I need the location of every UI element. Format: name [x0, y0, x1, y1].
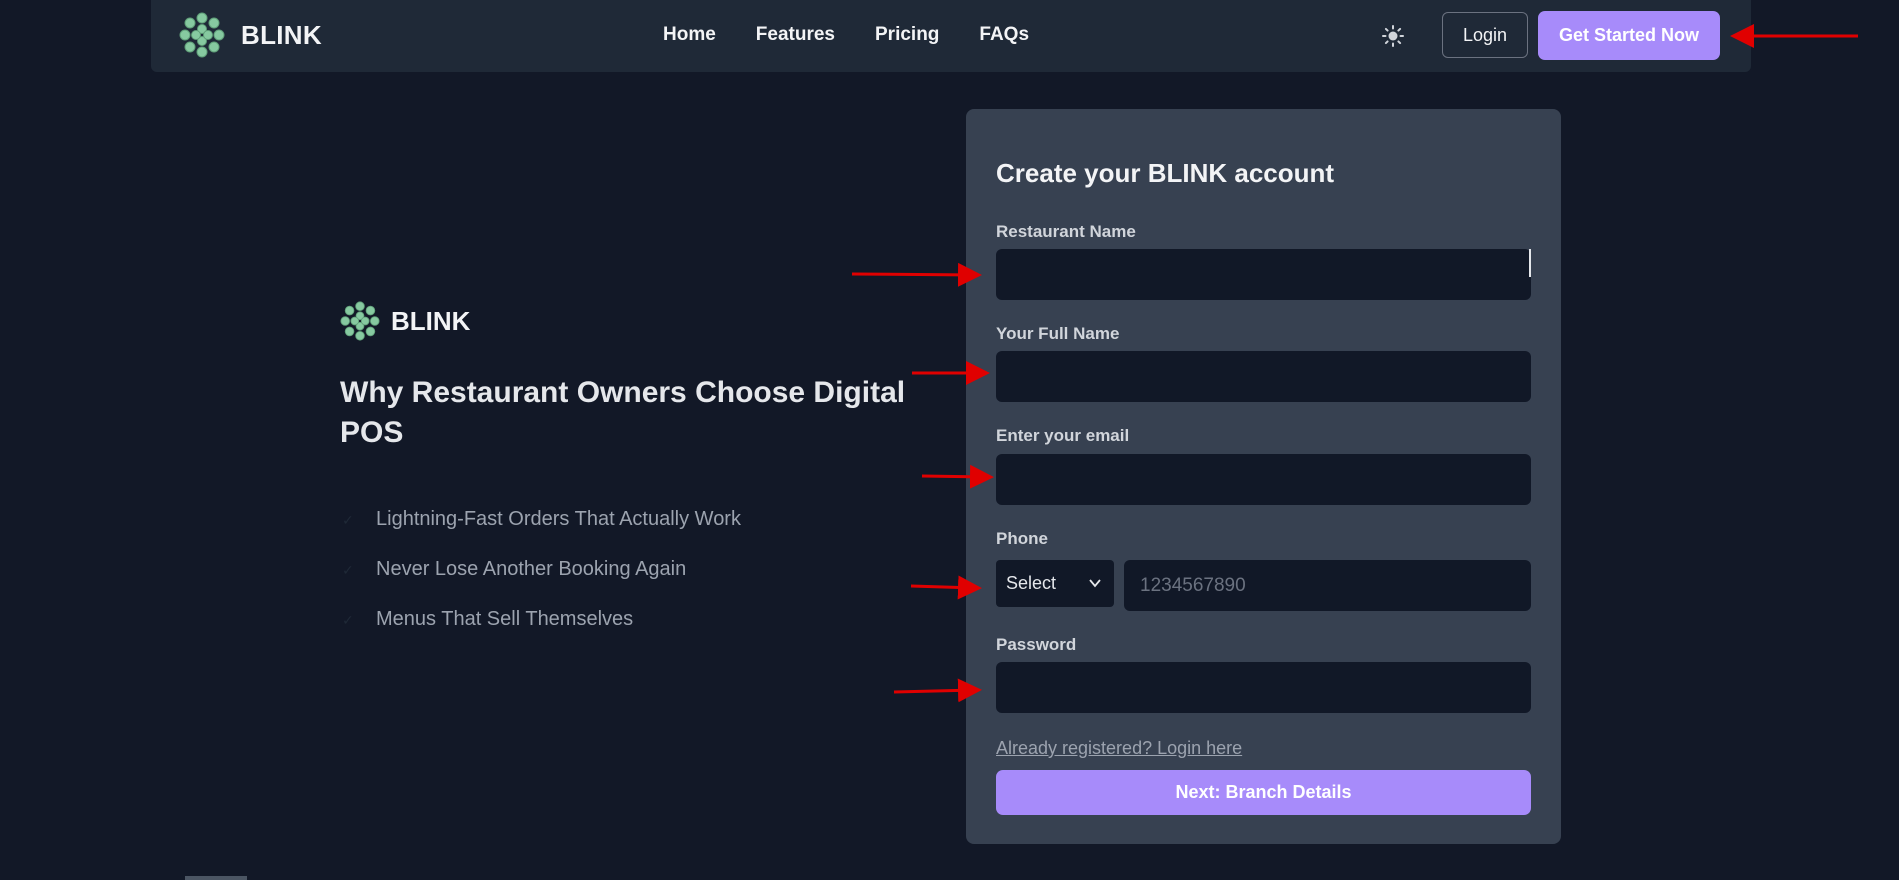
check-icon: ✓ [342, 512, 354, 528]
annotation-arrows [851, 24, 1858, 703]
password-label: Password [996, 635, 1077, 654]
main-nav: Home Features Pricing FAQs [663, 24, 1029, 46]
benefit-text: Menus That Sell Themselves [376, 607, 634, 630]
left-brand: BLINK [340, 301, 470, 341]
restaurant-name-input[interactable] [996, 249, 1531, 300]
scroll-indicator [185, 876, 247, 880]
nav-faqs[interactable]: FAQs [979, 24, 1029, 46]
phone-label: Phone [996, 529, 1048, 548]
sun-icon[interactable] [1381, 24, 1405, 48]
email-input[interactable] [996, 454, 1531, 505]
next-branch-details-button[interactable]: Next: Branch Details [996, 770, 1531, 815]
full-name-input[interactable] [996, 351, 1531, 402]
nav-pricing[interactable]: Pricing [875, 24, 939, 46]
left-brand-name: BLINK [391, 305, 471, 336]
blink-logo-icon [179, 12, 225, 58]
restaurant-name-label: Restaurant Name [996, 222, 1136, 241]
arrow-to-password [893, 678, 982, 703]
benefit-item: ✓ Lightning-Fast Orders That Actually Wo… [342, 494, 741, 544]
full-name-label: Your Full Name [996, 324, 1120, 343]
login-button[interactable]: Login [1442, 12, 1528, 58]
check-icon: ✓ [342, 562, 354, 578]
brand-name: BLINK [241, 19, 322, 50]
arrow-to-restaurant-name [851, 262, 982, 287]
signup-page: BLINK Home Features Pricing FAQs Login G… [0, 0, 1899, 880]
email-label: Enter your email [996, 426, 1130, 445]
benefit-text: Lightning-Fast Orders That Actually Work [376, 507, 741, 530]
chevron-down-icon [1089, 579, 1101, 588]
text-caret [1529, 249, 1531, 277]
check-icon: ✓ [342, 612, 354, 628]
signup-form-card: Create your BLINK account Restaurant Nam… [966, 109, 1561, 844]
benefit-item: ✓ Never Lose Another Booking Again [342, 544, 741, 594]
nav-home[interactable]: Home [663, 24, 716, 46]
country-code-value: Select [1006, 573, 1057, 593]
get-started-button[interactable]: Get Started Now [1538, 11, 1720, 60]
page-headline: Why Restaurant Owners Choose Digital POS [340, 376, 906, 449]
nav-features[interactable]: Features [756, 24, 835, 46]
login-link[interactable]: Already registered? Login here [996, 738, 1242, 759]
top-navbar: BLINK Home Features Pricing FAQs Login G… [151, 0, 1751, 72]
benefit-text: Never Lose Another Booking Again [376, 557, 687, 580]
country-code-select[interactable]: Select [996, 560, 1114, 607]
password-input[interactable] [996, 662, 1531, 713]
blink-logo-icon [340, 301, 380, 341]
phone-input[interactable]: 1234567890 [1124, 560, 1531, 611]
benefit-item: ✓ Menus That Sell Themselves [342, 594, 741, 644]
brand[interactable]: BLINK [179, 12, 322, 58]
phone-placeholder: 1234567890 [1140, 574, 1246, 596]
benefits-list: ✓ Lightning-Fast Orders That Actually Wo… [342, 494, 741, 644]
form-title: Create your BLINK account [996, 158, 1335, 188]
